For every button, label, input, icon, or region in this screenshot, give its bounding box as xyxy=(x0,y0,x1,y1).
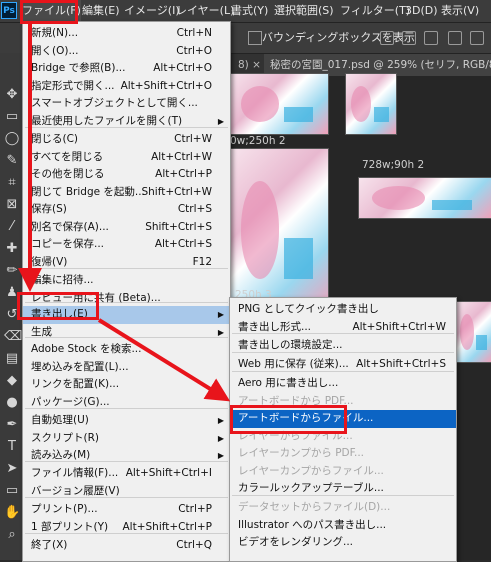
annotation-arrows xyxy=(18,24,231,402)
arrow-diagonal-icon xyxy=(97,318,231,402)
